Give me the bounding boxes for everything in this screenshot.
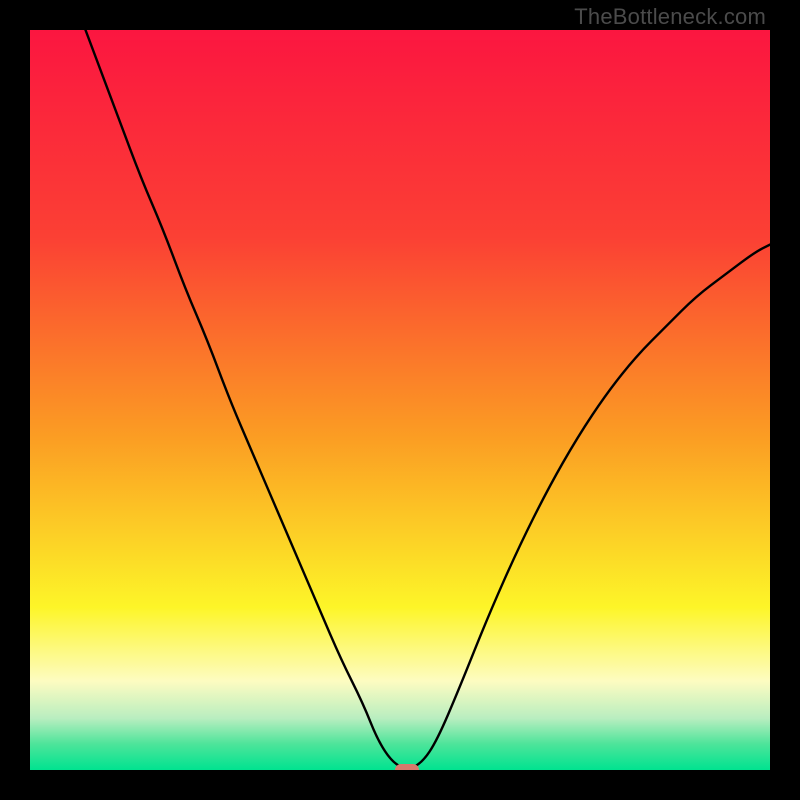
watermark-text: TheBottleneck.com xyxy=(574,4,766,30)
curve-path xyxy=(30,30,770,768)
plot-area xyxy=(30,30,770,770)
chart-frame: TheBottleneck.com xyxy=(0,0,800,800)
optimum-marker xyxy=(395,764,419,770)
bottleneck-curve xyxy=(30,30,770,770)
